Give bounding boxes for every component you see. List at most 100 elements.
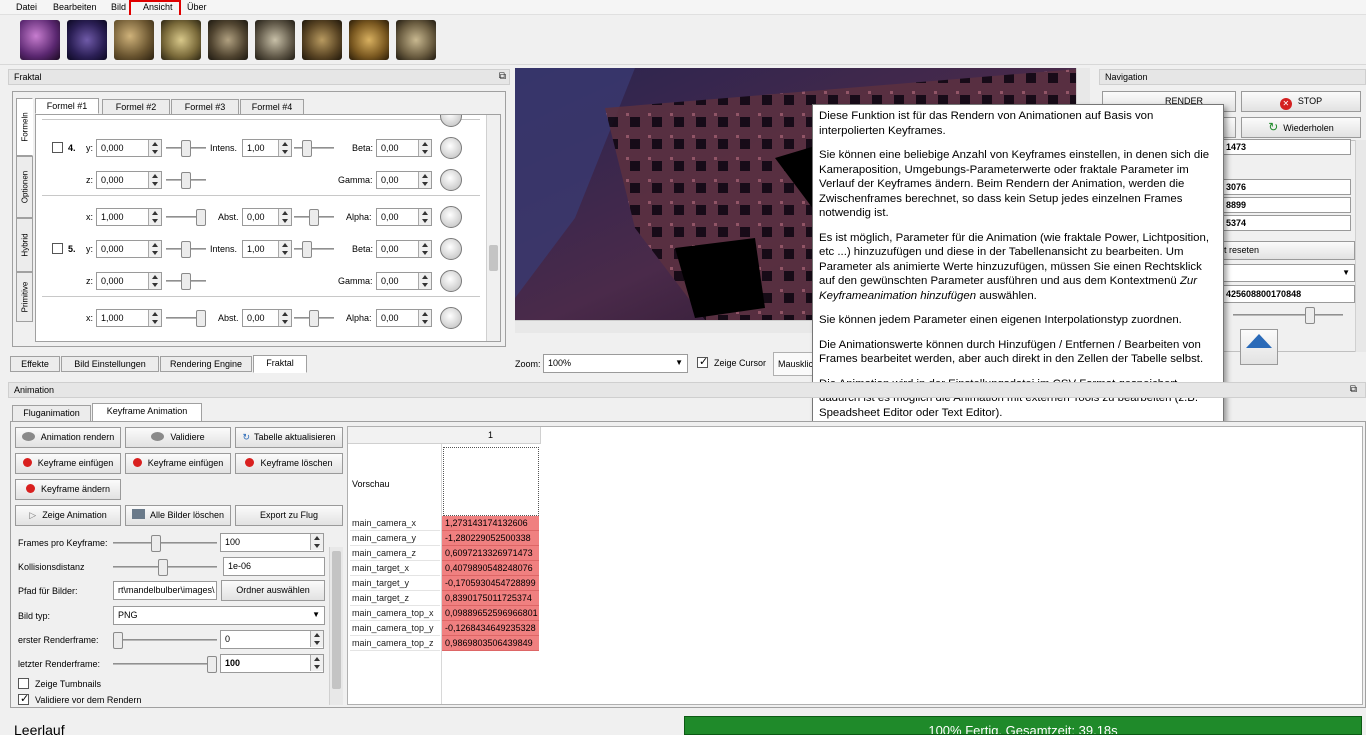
table-cell[interactable]: 0,4079890548248076: [442, 561, 539, 576]
intens-spinbox[interactable]: 1,00: [242, 139, 292, 157]
float-dock-icon[interactable]: ⧉: [499, 71, 506, 82]
settings-scrollbar[interactable]: [329, 547, 343, 705]
validate-before-render-checkbox[interactable]: ✓: [18, 693, 29, 705]
table-cell[interactable]: 0,8390175011725374: [442, 591, 539, 606]
z-spinbox[interactable]: 0,000: [96, 171, 162, 189]
rotation-dial[interactable]: [440, 307, 462, 329]
column-header[interactable]: 1: [441, 427, 541, 444]
y-spinbox[interactable]: 0,000: [96, 240, 162, 258]
z-spinbox[interactable]: 0,000: [96, 272, 162, 290]
formula-4-checkbox[interactable]: [52, 142, 63, 153]
tab-effekte[interactable]: Effekte: [10, 356, 60, 372]
delete-all-images-button[interactable]: Alle Bilder löschen: [125, 505, 231, 526]
gamma-spinbox[interactable]: 0,00: [376, 171, 432, 189]
preset-8-icon[interactable]: [349, 20, 389, 60]
nav-step-slider[interactable]: [1233, 307, 1343, 324]
table-cell[interactable]: -0,1268434649235328: [442, 621, 539, 636]
frames-spinbox[interactable]: 100: [220, 533, 324, 552]
preset-4-icon[interactable]: [161, 20, 201, 60]
z-slider[interactable]: [166, 273, 206, 290]
preset-3-icon[interactable]: [114, 20, 154, 60]
rotation-dial[interactable]: [440, 169, 462, 191]
image-type-select[interactable]: PNG ▼: [113, 606, 325, 625]
nav-mode-select[interactable]: ▼: [1221, 264, 1355, 282]
abst-spinbox[interactable]: 0,00: [242, 208, 292, 226]
reset-button[interactable]: t reseten: [1221, 241, 1355, 260]
camera-value-2[interactable]: 3076: [1221, 179, 1351, 195]
preset-9-icon[interactable]: [396, 20, 436, 60]
keyframe-insert-button-2[interactable]: Keyframe einfügen: [125, 453, 231, 474]
intens-slider[interactable]: [294, 241, 334, 258]
show-animation-button[interactable]: ▷ Zeige Animation: [15, 505, 121, 526]
menu-bild[interactable]: Bild: [111, 2, 126, 12]
rotation-dial[interactable]: [440, 238, 462, 260]
first-frame-spinbox[interactable]: 0: [220, 630, 324, 649]
tab-formel-2[interactable]: Formel #2: [102, 99, 170, 115]
tab-bild-einstellungen[interactable]: Bild Einstellungen: [61, 356, 159, 372]
intens-slider[interactable]: [294, 140, 334, 157]
abst-spinbox[interactable]: 0,00: [242, 309, 292, 327]
menu-ueber[interactable]: Über: [187, 2, 207, 12]
collision-field[interactable]: 1e-06: [223, 557, 325, 576]
y-spinbox[interactable]: 0,000: [96, 139, 162, 157]
rotation-dial[interactable]: [440, 270, 462, 292]
menu-bearbeiten[interactable]: Bearbeiten: [53, 2, 97, 12]
table-cell[interactable]: 0,9869803506439849: [442, 636, 539, 651]
keyframe-delete-button[interactable]: Keyframe löschen: [235, 453, 343, 474]
tab-keyframe-animation[interactable]: Keyframe Animation: [92, 403, 202, 422]
side-tab-optionen[interactable]: Optionen: [16, 156, 33, 218]
tab-formel-3[interactable]: Formel #3: [171, 99, 239, 115]
beta-spinbox[interactable]: 0,00: [376, 139, 432, 157]
float-dock-icon[interactable]: ⧉: [1350, 384, 1357, 395]
table-cell[interactable]: 0,09889652596966801: [442, 606, 539, 621]
z-slider[interactable]: [166, 172, 206, 189]
y-slider[interactable]: [166, 140, 206, 157]
zoom-select[interactable]: 100% ▼: [543, 354, 688, 373]
collision-slider[interactable]: [113, 559, 217, 576]
preset-2-icon[interactable]: [67, 20, 107, 60]
tab-rendering-engine[interactable]: Rendering Engine: [160, 356, 252, 372]
path-field[interactable]: rt\mandelbulber\images\: [113, 581, 217, 600]
camera-value-3[interactable]: 8899: [1221, 197, 1351, 213]
show-cursor-checkbox[interactable]: ✓: [697, 356, 708, 368]
alpha-spinbox[interactable]: 0,00: [376, 208, 432, 226]
x-spinbox[interactable]: 1,000: [96, 309, 162, 327]
last-frame-spinbox[interactable]: 100: [220, 654, 324, 673]
show-thumbnails-checkbox[interactable]: [18, 678, 29, 689]
tab-formel-1[interactable]: Formel #1: [35, 98, 99, 114]
table-cell[interactable]: 1,273143174132606: [442, 516, 539, 531]
intens-spinbox[interactable]: 1,00: [242, 240, 292, 258]
export-to-flight-button[interactable]: Export zu Flug: [235, 505, 343, 526]
side-tab-primitive[interactable]: Primitive: [16, 272, 33, 322]
stop-button[interactable]: ✕ STOP: [1241, 91, 1361, 112]
validate-button[interactable]: Validiere: [125, 427, 231, 448]
navigation-scrollbar[interactable]: [1355, 140, 1366, 352]
preset-7-icon[interactable]: [302, 20, 342, 60]
x-spinbox[interactable]: 1,000: [96, 208, 162, 226]
first-frame-slider[interactable]: [113, 632, 217, 649]
x-slider[interactable]: [166, 310, 206, 327]
rotation-dial[interactable]: [440, 206, 462, 228]
preview-thumbnail[interactable]: [443, 447, 539, 516]
keyframe-change-button[interactable]: Keyframe ändern: [15, 479, 121, 500]
side-tab-hybrid[interactable]: Hybrid: [16, 218, 33, 272]
preset-1-icon[interactable]: [20, 20, 60, 60]
frames-slider[interactable]: [113, 535, 217, 552]
menu-datei[interactable]: Datei: [16, 2, 37, 12]
gamma-spinbox[interactable]: 0,00: [376, 272, 432, 290]
side-tab-formeln[interactable]: Formeln: [16, 98, 33, 156]
animation-render-button[interactable]: Animation rendern: [15, 427, 121, 448]
refresh-table-button[interactable]: ↻ Tabelle aktualisieren: [235, 427, 343, 448]
alpha-spinbox[interactable]: 0,00: [376, 309, 432, 327]
beta-spinbox[interactable]: 0,00: [376, 240, 432, 258]
tab-formel-4[interactable]: Formel #4: [240, 99, 304, 115]
table-cell[interactable]: -0,1705930454728899: [442, 576, 539, 591]
last-frame-slider[interactable]: [113, 656, 217, 673]
keyframe-insert-button[interactable]: Keyframe einfügen: [15, 453, 121, 474]
formula-5-checkbox[interactable]: [52, 243, 63, 254]
camera-value-1[interactable]: 1473: [1221, 139, 1351, 155]
nav-long-value[interactable]: 425608800170848: [1221, 285, 1355, 303]
camera-value-4[interactable]: 5374: [1221, 215, 1351, 231]
abst-slider[interactable]: [294, 310, 334, 327]
abst-slider[interactable]: [294, 209, 334, 226]
